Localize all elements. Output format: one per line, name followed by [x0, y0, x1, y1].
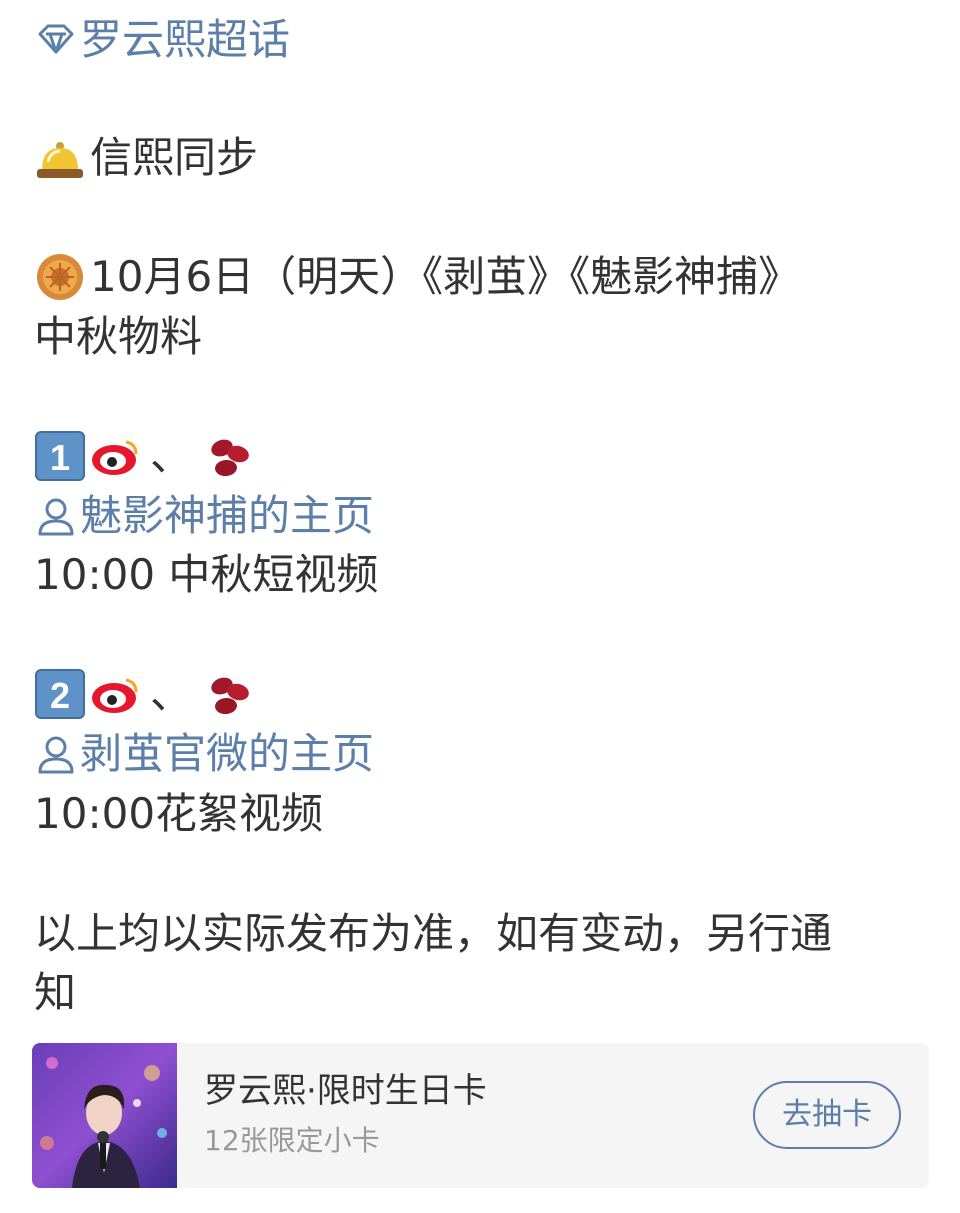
- notice-line-2: 中秋物料: [34, 312, 203, 361]
- item-1-detail: 10:00 中秋短视频: [34, 550, 379, 599]
- svg-text:1: 1: [50, 437, 70, 478]
- topic-link[interactable]: 罗云熙超话: [34, 10, 290, 70]
- item-2-user-link[interactable]: 剥茧官微的主页: [34, 724, 374, 784]
- card-subtitle: 12张限定小卡: [204, 1124, 380, 1157]
- draw-card-button[interactable]: 去抽卡: [753, 1081, 901, 1149]
- bell-icon: [34, 132, 86, 184]
- red-bean-icon: [204, 430, 256, 482]
- item-1-user-link[interactable]: 魅影神捕的主页: [34, 486, 374, 546]
- user-icon: [34, 494, 78, 538]
- item-1-header: 1 、: [34, 426, 260, 486]
- red-bean-icon: [204, 668, 256, 720]
- separator: 、: [150, 431, 193, 480]
- user-icon: [34, 732, 78, 776]
- footer-line-2: 知: [34, 968, 77, 1017]
- item-1-user-link-label: 魅影神捕的主页: [80, 491, 375, 540]
- separator: 、: [150, 669, 193, 718]
- topic-label: 罗云熙超话: [80, 15, 291, 64]
- notice-text: 10月6日（明天）《剥茧》《魅影神捕》: [90, 252, 801, 301]
- diamond-icon: [34, 18, 78, 62]
- svg-text:2: 2: [50, 675, 70, 716]
- weibo-icon: [90, 430, 142, 482]
- birthday-card-promo[interactable]: 罗云熙·限时生日卡 12张限定小卡 去抽卡: [32, 1043, 929, 1188]
- weibo-icon: [90, 668, 142, 720]
- item-2-header: 2 、: [34, 664, 260, 724]
- item-2-detail: 10:00花絮视频: [34, 789, 324, 838]
- keycap-1-icon: 1: [34, 430, 86, 482]
- mooncake-icon: [34, 251, 86, 303]
- card-title: 罗云熙·限时生日卡: [204, 1071, 487, 1111]
- keycap-2-icon: 2: [34, 668, 86, 720]
- footer-line-1: 以上均以实际发布为准，如有变动，另行通: [34, 909, 833, 958]
- heading-text: 信熙同步: [90, 133, 259, 182]
- card-thumbnail: [32, 1043, 177, 1188]
- item-2-user-link-label: 剥茧官微的主页: [80, 729, 375, 778]
- notice-line-1: 10月6日（明天）《剥茧》《魅影神捕》: [34, 247, 800, 307]
- heading: 信熙同步: [34, 128, 258, 188]
